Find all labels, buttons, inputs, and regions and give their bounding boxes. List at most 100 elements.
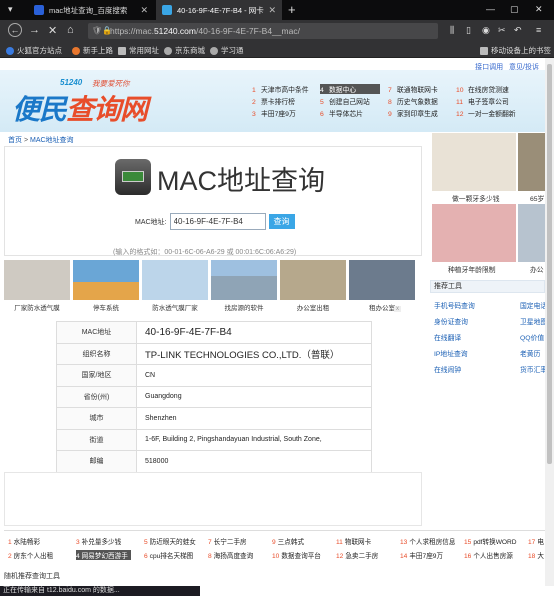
- sidebar-ad-image[interactable]: [518, 133, 545, 191]
- maximize-icon[interactable]: ▢: [510, 4, 519, 15]
- tool-link[interactable]: IP地址查询: [434, 348, 468, 358]
- breadcrumb-current[interactable]: MAC地址查询: [30, 137, 74, 144]
- bottom-link[interactable]: 10 数据查询平台: [272, 550, 321, 560]
- tool-link[interactable]: 手机号码查询: [434, 300, 475, 310]
- tool-link[interactable]: 货币汇率: [520, 364, 545, 374]
- tool-link[interactable]: 在线闹钟: [434, 364, 461, 374]
- tool-link[interactable]: 国定电话: [520, 300, 545, 310]
- window-close-icon[interactable]: ✕: [535, 4, 543, 15]
- ad-thumb[interactable]: 找房源的软件: [211, 260, 277, 314]
- mac-input[interactable]: [169, 213, 266, 230]
- ad-thumb[interactable]: 停车系统: [73, 260, 139, 314]
- mobile-bookmarks[interactable]: 移动设备上的书签: [480, 45, 551, 56]
- tab-overflow-icon[interactable]: ▾: [8, 4, 13, 15]
- baidu-favicon-icon: [34, 5, 44, 15]
- sidebar-ad-caption[interactable]: 办公: [530, 264, 544, 274]
- sidebar-ad-image[interactable]: [432, 204, 516, 262]
- hot-link[interactable]: 1 天津市高中条件: [252, 84, 309, 94]
- query-button[interactable]: 查询: [268, 214, 295, 229]
- ad-thumb[interactable]: 租办公室: [349, 260, 415, 314]
- tool-link[interactable]: QQ价值: [520, 332, 544, 342]
- tool-link[interactable]: 卫星地图: [520, 316, 545, 326]
- bookmark-label: 常用网址: [129, 46, 159, 55]
- tool-link[interactable]: 在线翻译: [434, 332, 461, 342]
- bottom-link[interactable]: 2 房东个人出租: [8, 550, 53, 560]
- url-bar[interactable]: https://mac. 51240.com/40-16-9F-4E-7F-B4_…: [88, 23, 438, 39]
- firefox-icon: [6, 46, 14, 55]
- bookmark-xuexitong[interactable]: 学习通: [210, 45, 244, 56]
- ad-thumb[interactable]: 防水透气膜厂家: [142, 260, 208, 314]
- ad-image: [280, 260, 346, 300]
- tool-link[interactable]: 身份证查询: [434, 316, 468, 326]
- ad-thumb[interactable]: 厂家防水透气膜: [4, 260, 70, 314]
- hot-link[interactable]: 10 在线房贷测速: [456, 84, 509, 94]
- sidebar-icon[interactable]: ▯: [466, 25, 471, 36]
- library-icon[interactable]: ⫼: [450, 25, 454, 36]
- row-key: 省份(州): [56, 385, 137, 408]
- scrollbar-thumb[interactable]: [547, 64, 552, 464]
- menu-icon[interactable]: ≡: [536, 25, 541, 35]
- row-key: 邮编: [56, 450, 137, 473]
- bookmark-jd[interactable]: 京东商城: [164, 45, 205, 56]
- row-value: TP-LINK TECHNOLOGIES CO.,LTD.（普联）: [136, 342, 372, 365]
- lock-icon[interactable]: 🔒: [102, 26, 112, 35]
- shield-icon[interactable]: 🛡: [92, 26, 102, 35]
- bottom-link[interactable]: 4 网易梦幻西游手: [76, 550, 131, 560]
- hot-link[interactable]: 12 一对一金额翻新: [456, 108, 516, 118]
- ad-image: [349, 260, 415, 300]
- sidebar-ad-caption[interactable]: 做一颗牙多少钱: [452, 193, 500, 203]
- bottom-link[interactable]: 8 海扬高度查询: [208, 550, 253, 560]
- minimize-icon[interactable]: —: [486, 4, 495, 14]
- close-tab-icon[interactable]: ✕: [268, 5, 276, 16]
- hot-link[interactable]: 9 家到印章生成: [388, 108, 438, 118]
- bottom-link[interactable]: 9 三点韩式: [272, 536, 304, 546]
- table-row: 街道 1-6F, Building 2, Pingshandayuan Indus…: [56, 428, 372, 451]
- bottom-link[interactable]: 12 急卖二手房: [336, 550, 378, 560]
- bookmark-label: 京东商城: [175, 46, 205, 55]
- row-key: 组织名称: [56, 342, 137, 365]
- sidebar-ad-image[interactable]: [518, 204, 545, 262]
- bookmark-firefox[interactable]: 火狐官方站点: [6, 45, 62, 56]
- tab-baidu-search[interactable]: mac地址查询_百度搜索 ✕: [28, 0, 154, 20]
- bottom-link[interactable]: 6 cpu排名天梯图: [144, 550, 193, 560]
- back-icon[interactable]: ←: [8, 23, 22, 37]
- stop-icon[interactable]: ✕: [48, 24, 57, 37]
- undo-icon[interactable]: ↶: [514, 25, 522, 36]
- close-tab-icon[interactable]: ✕: [140, 5, 148, 16]
- row-key: 城市: [56, 407, 137, 430]
- hot-link[interactable]: 7 联通物联网卡: [388, 84, 438, 94]
- hot-link[interactable]: 11 电子签章公司: [456, 96, 509, 106]
- bottom-link[interactable]: 7 长宁二手房: [208, 536, 247, 546]
- ad-close-icon[interactable]: x: [394, 306, 401, 312]
- home-icon[interactable]: ⌂: [67, 24, 74, 36]
- folder-icon: [480, 46, 488, 55]
- nav-toolbar: ← → ✕ ⌂ https://mac. 51240.com/40-16-9F-4…: [0, 20, 554, 55]
- ad-thumb[interactable]: 办公室出租: [280, 260, 346, 314]
- bottom-link[interactable]: 5 防近眼天的蛙女: [144, 536, 196, 546]
- sidebar-ad-caption[interactable]: 65岁: [530, 193, 544, 203]
- site-logo[interactable]: 便民查询网: [12, 88, 148, 128]
- bottom-link[interactable]: 3 补兑量多少钱: [76, 536, 121, 546]
- hot-link[interactable]: 2 票卡排行榜: [252, 96, 295, 106]
- sidebar-ad-caption[interactable]: 种植牙年龄限制: [448, 264, 496, 274]
- hot-link[interactable]: 4 数据中心: [320, 84, 380, 94]
- hot-link[interactable]: 3 丰田7座9万: [252, 108, 296, 118]
- account-icon[interactable]: ◉: [482, 25, 490, 36]
- breadcrumb: 首页 > MAC地址查询: [8, 135, 74, 145]
- row-value: Shenzhen: [136, 407, 372, 430]
- bottom-link[interactable]: 1 水陆畅彩: [8, 536, 40, 546]
- forward-icon[interactable]: →: [29, 24, 40, 36]
- tool-link[interactable]: 老黄历: [520, 348, 540, 358]
- hot-link[interactable]: 6 半导体芯片: [320, 108, 363, 118]
- page-scrollbar[interactable]: [545, 58, 554, 586]
- hot-link[interactable]: 5 创建自己网站: [320, 96, 370, 106]
- sidebar-ad-image[interactable]: [432, 133, 516, 191]
- screenshot-icon[interactable]: ✂: [498, 25, 506, 36]
- new-tab-button[interactable]: +: [288, 2, 296, 17]
- bookmark-common[interactable]: 常用网址: [118, 45, 159, 56]
- bookmark-getting-started[interactable]: 新手上路: [72, 45, 113, 56]
- bottom-link[interactable]: 11 物联网卡: [336, 536, 371, 546]
- breadcrumb-home[interactable]: 首页: [8, 137, 22, 144]
- hot-link[interactable]: 8 历史气象数据: [388, 96, 438, 106]
- tab-mac-result[interactable]: 40-16-9F-4E-7F-B4 - 网卡MAC ✕: [156, 0, 282, 20]
